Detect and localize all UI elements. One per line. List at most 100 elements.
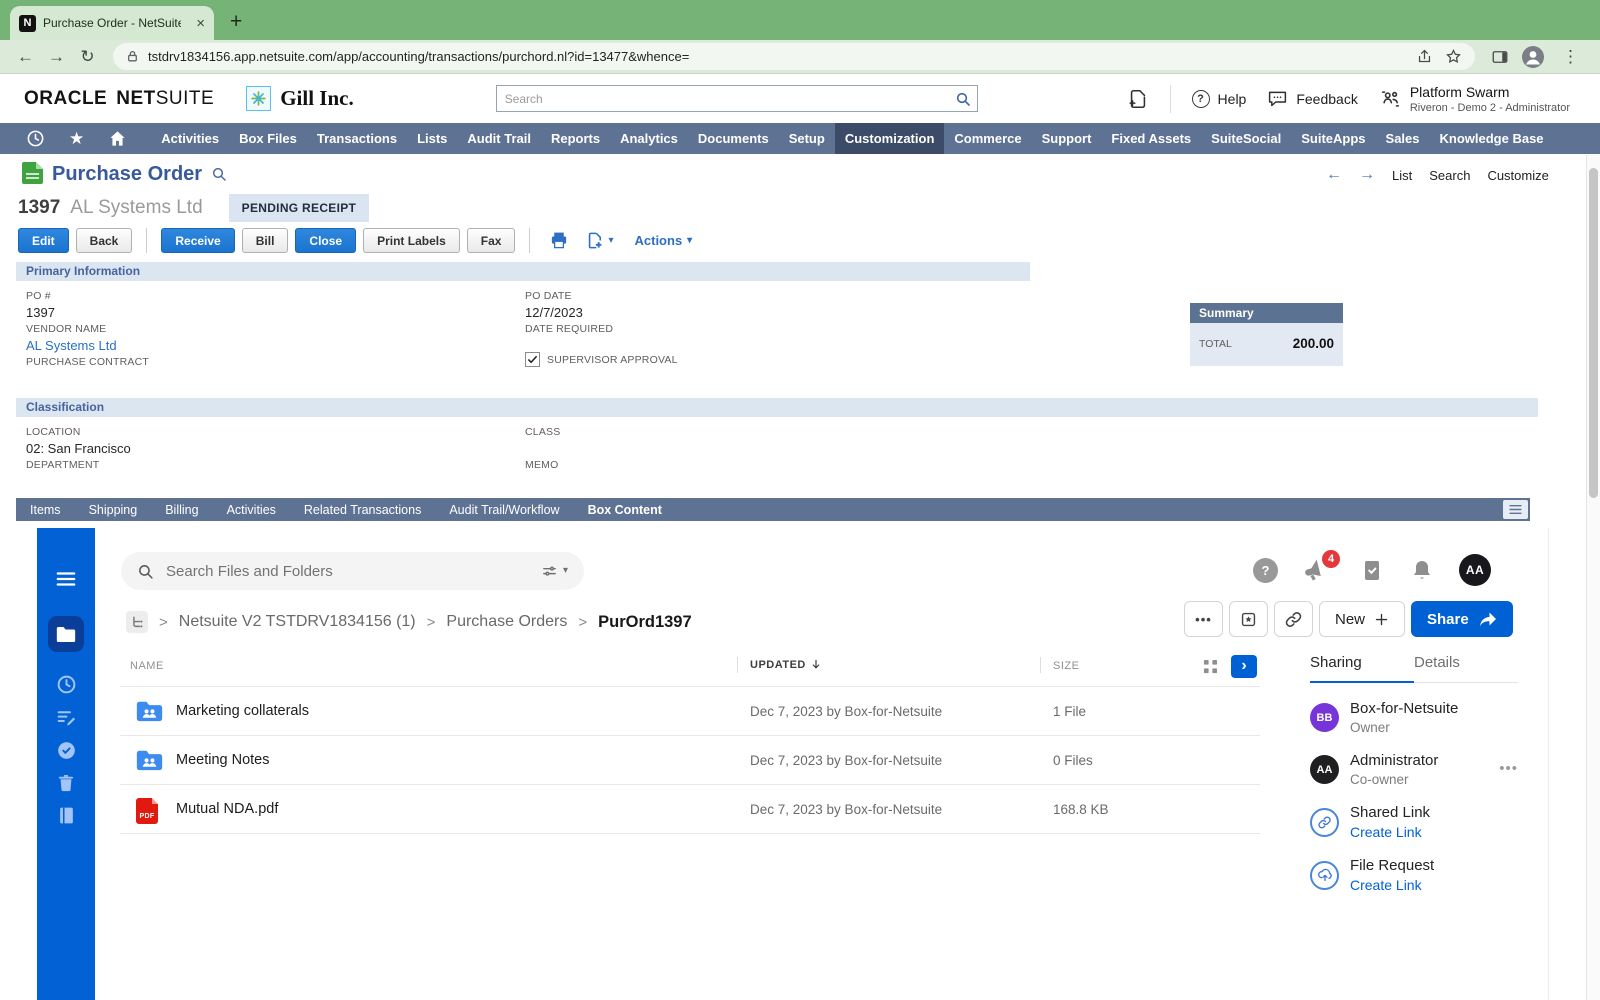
column-size[interactable]: SIZE [1053, 660, 1079, 672]
vendor-link[interactable]: AL Systems Ltd [26, 338, 117, 353]
print-icon[interactable] [549, 231, 569, 250]
file-name[interactable]: Mutual NDA.pdf [176, 801, 278, 817]
close-tab-icon[interactable]: × [196, 16, 205, 31]
quick-add-icon[interactable] [1127, 88, 1149, 110]
primary-information-header[interactable]: Primary Information [16, 262, 1030, 281]
box-trash-icon[interactable] [56, 773, 76, 793]
box-notebook-icon[interactable] [57, 805, 76, 826]
box-search-input[interactable] [166, 563, 529, 580]
browser-profile-avatar[interactable] [1521, 45, 1545, 69]
browser-forward-button[interactable]: → [43, 48, 70, 65]
nav-support[interactable]: Support [1032, 123, 1102, 154]
role-switcher[interactable]: Platform Swarm Riveron - Demo 2 - Admini… [1379, 84, 1570, 114]
customize-link[interactable]: Customize [1487, 168, 1548, 183]
share-button[interactable]: Share [1411, 601, 1513, 637]
home-icon[interactable] [108, 129, 127, 148]
more-options-button[interactable]: ••• [1184, 601, 1223, 637]
nav-sales[interactable]: Sales [1376, 123, 1430, 154]
new-tab-button[interactable]: + [230, 11, 242, 32]
print-labels-button[interactable]: Print Labels [363, 228, 460, 253]
box-user-avatar[interactable]: AA [1459, 554, 1491, 586]
box-notes-icon[interactable] [56, 707, 77, 728]
nav-box-files[interactable]: Box Files [229, 123, 307, 154]
supervisor-approval-checkbox[interactable] [525, 352, 540, 367]
subtab-menu-icon[interactable] [1503, 500, 1528, 519]
box-tasks-icon[interactable] [56, 740, 77, 761]
edit-button[interactable]: Edit [18, 228, 69, 253]
create-shared-link[interactable]: Create Link [1350, 824, 1430, 840]
global-search[interactable] [496, 85, 978, 112]
browser-tab[interactable]: N Purchase Order - NetSuite (Ri × [10, 6, 214, 40]
bookmark-button[interactable] [1229, 601, 1268, 637]
fax-button[interactable]: Fax [467, 228, 516, 253]
bill-button[interactable]: Bill [242, 228, 289, 253]
next-record-arrow[interactable]: → [1359, 167, 1375, 183]
file-name[interactable]: Meeting Notes [176, 752, 270, 768]
collapse-panel-button[interactable]: › [1231, 655, 1257, 678]
side-panel-icon[interactable] [1491, 48, 1509, 66]
list-link[interactable]: List [1392, 168, 1412, 183]
global-search-input[interactable] [496, 85, 978, 112]
box-menu-icon[interactable] [55, 568, 77, 590]
box-search-bar[interactable]: ▾ [121, 552, 584, 590]
browser-menu-icon[interactable]: ⋮ [1557, 48, 1584, 65]
file-row[interactable]: Marketing collaterals Dec 7, 2023 by Box… [120, 686, 1260, 735]
nav-analytics[interactable]: Analytics [610, 123, 688, 154]
nav-suitesocial[interactable]: SuiteSocial [1201, 123, 1291, 154]
page-scrollbar[interactable] [1586, 155, 1600, 1000]
export-icon[interactable]: ▾ [586, 231, 613, 250]
nav-documents[interactable]: Documents [688, 123, 779, 154]
classification-header[interactable]: Classification [16, 398, 1538, 417]
nav-setup[interactable]: Setup [779, 123, 835, 154]
box-clipboard-icon[interactable] [1360, 558, 1384, 582]
subtab-audit-trail-workflow[interactable]: Audit Trail/Workflow [435, 503, 573, 517]
nav-reports[interactable]: Reports [541, 123, 610, 154]
subtab-items[interactable]: Items [16, 503, 75, 517]
receive-button[interactable]: Receive [161, 228, 234, 253]
collaborator-options-icon[interactable]: ••• [1499, 760, 1518, 777]
nav-transactions[interactable]: Transactions [307, 123, 407, 154]
tab-sharing[interactable]: Sharing [1310, 654, 1414, 683]
file-name[interactable]: Marketing collaterals [176, 703, 309, 719]
subtab-activities[interactable]: Activities [213, 503, 290, 517]
subtab-related-transactions[interactable]: Related Transactions [290, 503, 435, 517]
recent-records-icon[interactable] [26, 129, 45, 148]
box-search-filter-icon[interactable]: ▾ [541, 563, 568, 580]
search-link[interactable]: Search [1429, 168, 1470, 183]
column-updated-sorted[interactable]: UPDATED [750, 658, 822, 671]
help-button[interactable]: ? Help [1192, 90, 1247, 108]
box-recents-icon[interactable] [56, 674, 77, 695]
create-file-request-link[interactable]: Create Link [1350, 877, 1434, 893]
search-icon[interactable] [955, 91, 971, 107]
nav-lists[interactable]: Lists [407, 123, 457, 154]
box-notifications-bell-icon[interactable] [1410, 558, 1434, 582]
subtab-shipping[interactable]: Shipping [75, 503, 152, 517]
browser-back-button[interactable]: ← [12, 48, 39, 65]
record-search-icon[interactable] [211, 166, 227, 182]
file-row[interactable]: Meeting Notes Dec 7, 2023 by Box-for-Net… [120, 735, 1260, 784]
shortcuts-star-icon[interactable]: ★ [69, 130, 84, 147]
share-page-icon[interactable] [1416, 48, 1433, 65]
nav-knowledge-base[interactable]: Knowledge Base [1430, 123, 1554, 154]
new-button[interactable]: New [1319, 601, 1405, 637]
actions-menu-button[interactable]: Actions▾ [635, 233, 693, 248]
subtab-box-content[interactable]: Box Content [574, 503, 676, 517]
collaborator-row[interactable]: BB Box-for-Netsuite Owner [1310, 700, 1518, 735]
nav-commerce[interactable]: Commerce [944, 123, 1031, 154]
nav-activities[interactable]: Activities [151, 123, 229, 154]
nav-suiteapps[interactable]: SuiteApps [1291, 123, 1375, 154]
collaborator-row[interactable]: AA Administrator Co-owner ••• [1310, 752, 1518, 787]
browser-reload-button[interactable]: ↻ [74, 48, 101, 65]
nav-customization[interactable]: Customization [835, 123, 945, 154]
scrollbar-thumb[interactable] [1589, 168, 1598, 498]
bookmark-star-icon[interactable] [1445, 48, 1462, 65]
nav-audit-trail[interactable]: Audit Trail [457, 123, 541, 154]
breadcrumb-root-folder[interactable]: Netsuite V2 TSTDRV1834156 (1) [179, 613, 416, 631]
back-button[interactable]: Back [76, 228, 133, 253]
file-row[interactable]: PDF Mutual NDA.pdf Dec 7, 2023 by Box-fo… [120, 784, 1260, 833]
subtab-billing[interactable]: Billing [151, 503, 212, 517]
folder-tree-icon[interactable] [126, 611, 148, 633]
close-button[interactable]: Close [295, 228, 356, 253]
box-help-icon[interactable]: ? [1253, 558, 1278, 583]
previous-record-arrow[interactable]: ← [1326, 167, 1342, 183]
